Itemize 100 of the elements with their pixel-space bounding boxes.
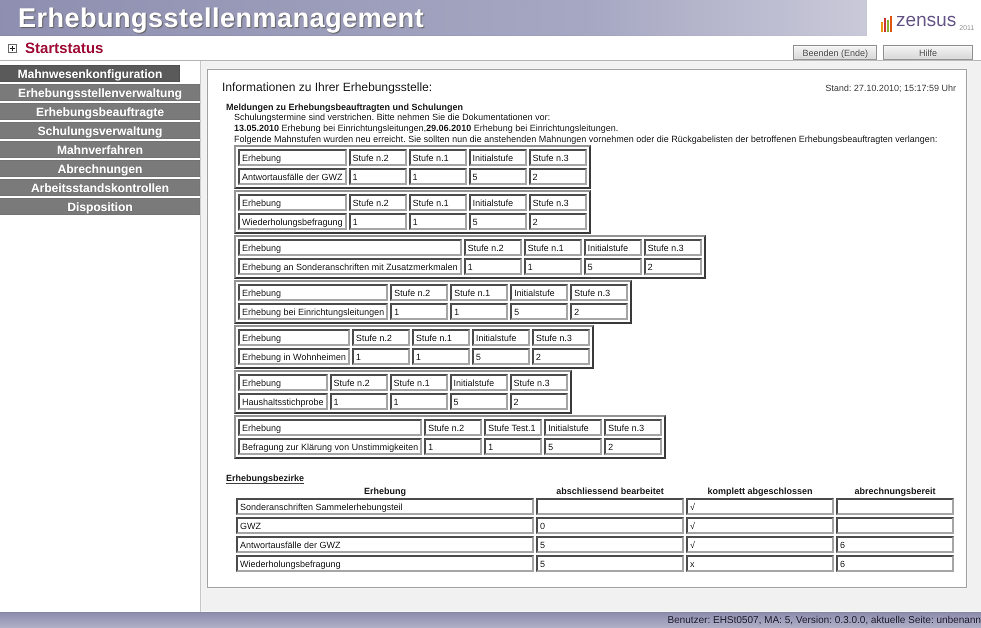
table-cell: Stufe n.1 <box>408 149 467 166</box>
table-cell: Stufe Test.1 <box>484 419 542 436</box>
table-cell: 5 <box>468 213 527 230</box>
table-cell: Stufe n.1 <box>408 194 467 211</box>
table-cell: 1 <box>424 438 482 455</box>
table-cell: Wiederholungsbefragung <box>238 213 347 230</box>
table-cell: 1 <box>330 393 388 410</box>
panel-title: Informationen zu Ihrer Erhebungsstelle: <box>222 80 432 94</box>
message-text: Schulungstermine sind verstrichen. Bitte nehmen Sie die Dokumentationen vor: <box>234 112 552 123</box>
table-cell: 5 <box>544 438 602 455</box>
table-cell: Stufe n.2 <box>330 374 388 391</box>
table-cell: 5 <box>536 555 684 572</box>
table-cell: 6 <box>836 536 954 553</box>
table-cell: 5 <box>450 393 508 410</box>
start-status-link[interactable]: Startstatus <box>25 40 104 56</box>
table-cell: Stufe n.2 <box>390 284 448 301</box>
exit-button[interactable]: Beenden (Ende) <box>793 45 877 60</box>
table-cell: Stufe n.3 <box>604 419 662 436</box>
table-cell: 1 <box>464 258 522 275</box>
table-cell: Antwortausfälle der GWZ <box>238 168 347 185</box>
table-cell: Erhebung <box>238 194 347 211</box>
nav-button[interactable]: Mahnwesenkonfiguration <box>0 65 180 82</box>
table-cell: 5 <box>468 168 527 185</box>
table-cell: 2 <box>604 438 662 455</box>
table-cell: Stufe n.3 <box>644 239 702 256</box>
table-cell: 1 <box>348 168 407 185</box>
table-cell: 2 <box>644 258 702 275</box>
table-cell: Antwortausfälle der GWZ <box>236 536 534 553</box>
table-cell: Erhebung <box>238 419 422 436</box>
table-cell: Sonderanschriften Sammelerhebungsteil <box>236 498 534 515</box>
timestamp: Stand: 27.10.2010; 15:17:59 Uhr <box>825 83 956 93</box>
table-cell: Initialstufe <box>472 329 530 346</box>
table-cell: GWZ <box>236 517 534 534</box>
column-header: abschliessend bearbeitet <box>555 486 665 496</box>
table-cell: Erhebung <box>238 239 462 256</box>
table-cell: Stufe n.2 <box>348 194 407 211</box>
table-cell: 5 <box>536 536 684 553</box>
nav-button[interactable]: Arbeitsstandskontrollen <box>0 179 200 196</box>
table-cell: √ <box>686 517 834 534</box>
message-text: 13.05.2010 Erhebung bei Einrichtungsleitungen,29.06.2010 Erhebung bei Einrichtungsleitungen. <box>234 123 620 134</box>
nav-button[interactable]: Schulungsverwaltung <box>0 122 200 139</box>
table-cell: Stufe n.2 <box>424 419 482 436</box>
table-cell: 1 <box>390 303 448 320</box>
table-cell: Erhebung <box>238 284 388 301</box>
table-cell: Stufe n.3 <box>570 284 628 301</box>
nav-button[interactable]: Abrechnungen <box>0 160 200 177</box>
table-cell: Wiederholungsbefragung <box>236 555 534 572</box>
table-cell: 1 <box>450 303 508 320</box>
table-cell: 2 <box>510 393 568 410</box>
table-cell: Stufe n.1 <box>450 284 508 301</box>
table-cell: 6 <box>836 555 954 572</box>
table-cell: 5 <box>584 258 642 275</box>
status-bar: Benutzer: EHSt0507, MA: 5, Version: 0.3.0.0, aktuelle Seite: unbenann <box>0 612 981 628</box>
table-cell: 2 <box>532 348 590 365</box>
table-cell: Stufe n.3 <box>510 374 568 391</box>
table-cell: Stufe n.3 <box>528 149 587 166</box>
table-cell: √ <box>686 536 834 553</box>
table-cell: Stufe n.3 <box>528 194 587 211</box>
table-cell: 1 <box>524 258 582 275</box>
table-cell: 1 <box>408 168 467 185</box>
table-cell: Stufe n.1 <box>390 374 448 391</box>
nav-button[interactable]: Mahnverfahren <box>0 141 200 158</box>
table-cell: Erhebung <box>238 149 347 166</box>
plus-icon[interactable] <box>8 44 17 52</box>
nav-button[interactable]: Disposition <box>0 198 200 215</box>
table-cell: 2 <box>528 213 587 230</box>
table-cell: Erhebung bei Einrichtungsleitungen <box>238 303 388 320</box>
table-cell: 1 <box>348 213 407 230</box>
nav-button[interactable]: Erhebungsbeauftragte <box>0 103 200 120</box>
table-cell: Stufe n.2 <box>352 329 410 346</box>
column-header: abrechnungsbereit <box>853 486 937 496</box>
table-cell: Haushaltsstichprobe <box>238 393 328 410</box>
table-cell: Initialstufe <box>584 239 642 256</box>
table-cell: 1 <box>412 348 470 365</box>
table-cell: Stufe n.2 <box>348 149 407 166</box>
table-cell: 1 <box>408 213 467 230</box>
column-header: komplett abgeschlossen <box>706 486 814 496</box>
table-cell: Stufe n.1 <box>412 329 470 346</box>
app-title: Erhebungsstellenmanagement <box>18 2 424 34</box>
table-cell: Befragung zur Klärung von Unstimmigkeiten <box>238 438 422 455</box>
table-cell: Initialstufe <box>544 419 602 436</box>
table-cell: Initialstufe <box>468 149 527 166</box>
bars-icon <box>881 16 893 32</box>
table-cell: Erhebung an Sonderanschriften mit Zusatzmerkmalen <box>238 258 462 275</box>
table-cell: Initialstufe <box>510 284 568 301</box>
column-header: Erhebung <box>363 486 407 496</box>
nav-button[interactable]: Erhebungsstellenverwaltung <box>0 84 200 101</box>
help-button[interactable]: Hilfe <box>883 45 973 60</box>
message-text: Folgende Mahnstufen wurden neu erreicht. Sie sollten nun die anstehenden Mahnungen vornehmen oder die Rückgabelisten der betroffenen Erhebungsbeauftragten verlangen: <box>234 134 938 145</box>
section-heading: Erhebungsbezirke <box>226 473 304 484</box>
table-cell: √ <box>686 498 834 515</box>
table-cell: 2 <box>570 303 628 320</box>
table-cell: Initialstufe <box>468 194 527 211</box>
table-cell: x <box>686 555 834 572</box>
table-cell: 1 <box>484 438 542 455</box>
table-cell: Erhebung in Wohnheimen <box>238 348 350 365</box>
section-heading: Meldungen zu Erhebungsbeauftragten und Schulungen <box>226 102 464 112</box>
table-cell: 1 <box>390 393 448 410</box>
table-cell: 0 <box>536 517 684 534</box>
table-cell: 5 <box>510 303 568 320</box>
